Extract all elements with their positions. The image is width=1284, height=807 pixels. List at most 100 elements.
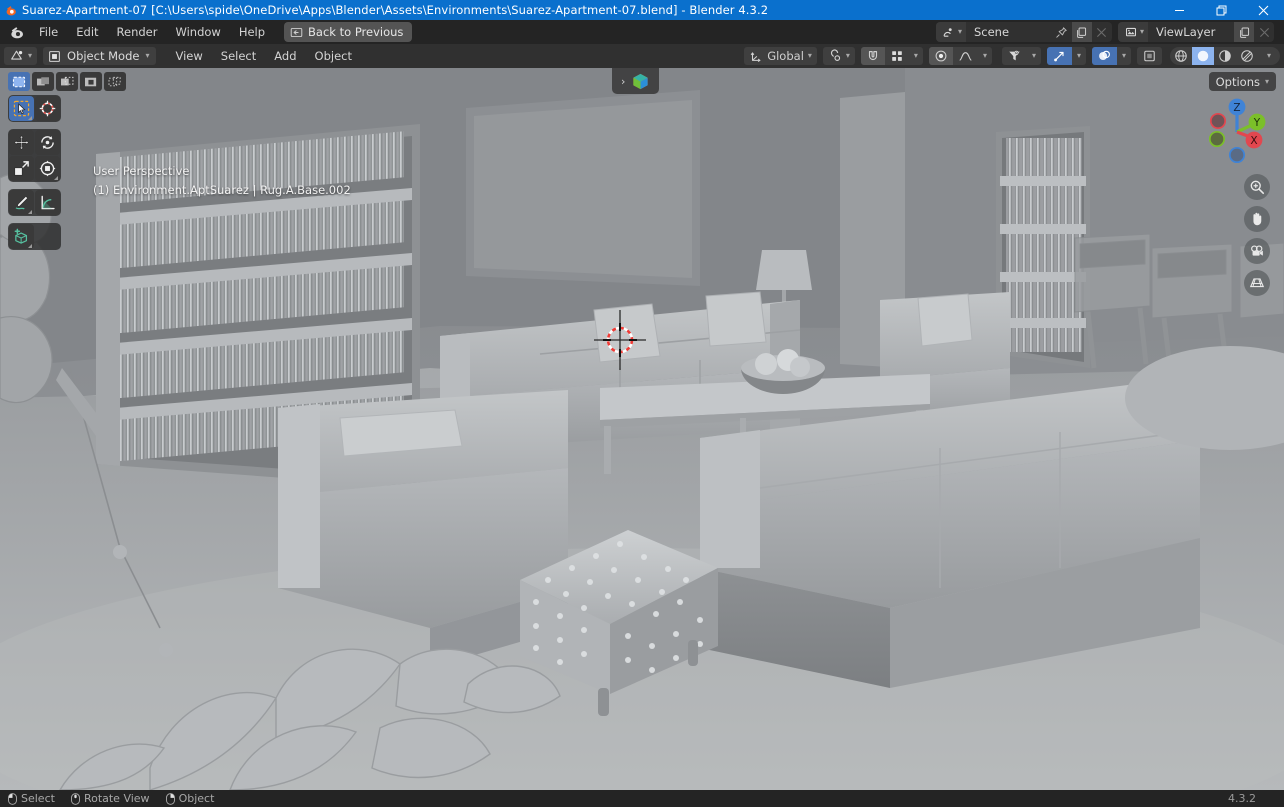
cursor-3d-icon[interactable] — [35, 96, 60, 121]
select-invert-icon[interactable] — [80, 72, 102, 91]
select-tweak-icon[interactable] — [8, 72, 30, 91]
add-cube-icon[interactable] — [9, 224, 34, 249]
measure-ruler-icon[interactable] — [35, 190, 60, 215]
menu-edit[interactable]: Edit — [67, 22, 107, 42]
restore-icon[interactable] — [1200, 0, 1242, 20]
move-icon[interactable] — [9, 130, 34, 155]
falloff-curve-icon[interactable] — [953, 47, 978, 65]
select-box-icon[interactable] — [9, 96, 34, 121]
chevron-down-icon[interactable]: ▾ — [1027, 47, 1041, 65]
navigation-gizmo[interactable]: Z Y X — [1198, 94, 1272, 168]
tool-expand-corner — [28, 210, 32, 214]
transform-icon[interactable] — [35, 156, 60, 181]
chevron-down-icon[interactable]: ▾ — [1258, 47, 1280, 65]
blender-version-label: 4.3.2 — [1228, 792, 1276, 805]
scene-datablock: ▾ Scene — [936, 22, 1112, 42]
back-to-previous-button[interactable]: Back to Previous — [284, 22, 412, 42]
object-mode-selector[interactable]: Object Mode ▾ — [43, 47, 156, 65]
gizmo-axis-neg-z — [1230, 148, 1244, 162]
camera-view-icon[interactable] — [1244, 238, 1270, 264]
select-subtract-icon[interactable] — [56, 72, 78, 91]
select-mode-row — [8, 72, 126, 91]
snap-icon — [828, 49, 842, 63]
menu-file[interactable]: File — [30, 22, 67, 42]
close-icon[interactable] — [1242, 0, 1284, 20]
perspective-grid-icon[interactable] — [1244, 270, 1270, 296]
os-title-bar: Suarez-Apartment-07 [C:\Users\spide\OneD… — [0, 0, 1284, 20]
new-copy-icon[interactable] — [1072, 22, 1092, 42]
collection-cube-icon[interactable] — [631, 72, 650, 91]
breadcrumb-expand-arrow[interactable]: › — [621, 75, 625, 88]
viewport-toolbar — [8, 95, 61, 250]
shading-material-icon[interactable] — [1214, 47, 1236, 65]
shading-solid-icon[interactable] — [1192, 47, 1214, 65]
viewport-menu-select[interactable]: Select — [212, 46, 265, 66]
blender-logo-icon — [0, 0, 22, 20]
zoom-magnifier-icon[interactable] — [1244, 174, 1270, 200]
unlink-x-icon[interactable] — [1254, 22, 1274, 42]
unlink-x-icon[interactable] — [1092, 22, 1112, 42]
chevron-down-icon: ▾ — [1140, 28, 1144, 36]
gizmo-axis-neg-x — [1211, 114, 1225, 128]
menu-help[interactable]: Help — [230, 22, 274, 42]
shading-rendered-icon[interactable] — [1236, 47, 1258, 65]
status-select-label: Select — [21, 792, 55, 805]
scene-icon[interactable]: ▾ — [936, 22, 966, 42]
select-intersect-icon[interactable] — [104, 72, 126, 91]
scene-name[interactable]: Scene — [966, 25, 1052, 39]
pin-icon[interactable] — [1052, 22, 1072, 42]
menu-render[interactable]: Render — [108, 22, 167, 42]
breadcrumb[interactable]: › — [612, 68, 659, 94]
mouse-left-icon — [8, 793, 17, 805]
chevron-down-icon: ▾ — [808, 52, 812, 60]
chevron-down-icon[interactable]: ▾ — [909, 47, 923, 65]
tool-group-transform — [8, 129, 61, 182]
visibility-filter-group: ▾ — [1002, 47, 1041, 65]
window-title: Suarez-Apartment-07 [C:\Users\spide\OneD… — [22, 3, 768, 17]
viewport-options-button[interactable]: Options ▾ — [1209, 72, 1276, 91]
mouse-middle-icon — [71, 793, 80, 805]
3d-viewport[interactable]: › Options ▾ User Perspective (1) Environ… — [0, 68, 1284, 790]
viewport-header: ▾ Object Mode ▾ View Select Add Object — [0, 44, 1284, 68]
gizmo-icon[interactable] — [1047, 47, 1072, 65]
shading-wireframe-icon[interactable] — [1170, 47, 1192, 65]
rotate-icon[interactable] — [35, 130, 60, 155]
overlays-icon[interactable] — [1092, 47, 1117, 65]
tool-expand-corner — [54, 176, 58, 180]
view-layer-icon[interactable]: ▾ — [1118, 22, 1148, 42]
viewport-menu-add[interactable]: Add — [265, 46, 305, 66]
chevron-down-icon[interactable]: ▾ — [1117, 47, 1131, 65]
chevron-down-icon[interactable]: ▾ — [1072, 47, 1086, 65]
viewport-menu-object[interactable]: Object — [306, 46, 361, 66]
proportional-editing-icon[interactable] — [929, 47, 953, 65]
viewport-menu-view[interactable]: View — [166, 46, 211, 66]
gizmo-label-z: Z — [1233, 102, 1240, 114]
magnet-icon[interactable] — [861, 47, 885, 65]
chevron-down-icon: ▾ — [1265, 78, 1269, 86]
tool-group-add — [8, 223, 61, 250]
overlays-group: ▾ — [1092, 47, 1131, 65]
editor-type-3dview-icon[interactable]: ▾ — [4, 47, 37, 65]
snap-grid-icon[interactable] — [885, 47, 909, 65]
gizmo-axis-neg-y — [1210, 132, 1224, 146]
visibility-funnel-icon[interactable] — [1002, 47, 1027, 65]
annotate-pencil-icon[interactable] — [9, 190, 34, 215]
scale-icon[interactable] — [9, 156, 34, 181]
chevron-down-icon[interactable]: ▾ — [978, 47, 992, 65]
new-copy-icon[interactable] — [1234, 22, 1254, 42]
status-object: Object — [166, 792, 215, 805]
select-extend-icon[interactable] — [32, 72, 54, 91]
xray-toggle-icon[interactable] — [1137, 47, 1162, 65]
view-layer-name[interactable]: ViewLayer — [1148, 25, 1234, 39]
snap-target-selector[interactable]: ▾ — [823, 47, 855, 65]
gizmo-group: ▾ — [1047, 47, 1086, 65]
viewport-render — [0, 68, 1284, 790]
blender-logo-icon[interactable] — [4, 20, 30, 44]
hand-pan-icon[interactable] — [1244, 206, 1270, 232]
transform-orientation-selector[interactable]: Global ▾ — [744, 47, 817, 65]
menu-window[interactable]: Window — [166, 22, 229, 42]
chevron-down-icon: ▾ — [145, 52, 149, 60]
status-select: Select — [8, 792, 55, 805]
proportional-editing-group: ▾ — [929, 47, 992, 65]
minimize-icon[interactable] — [1158, 0, 1200, 20]
